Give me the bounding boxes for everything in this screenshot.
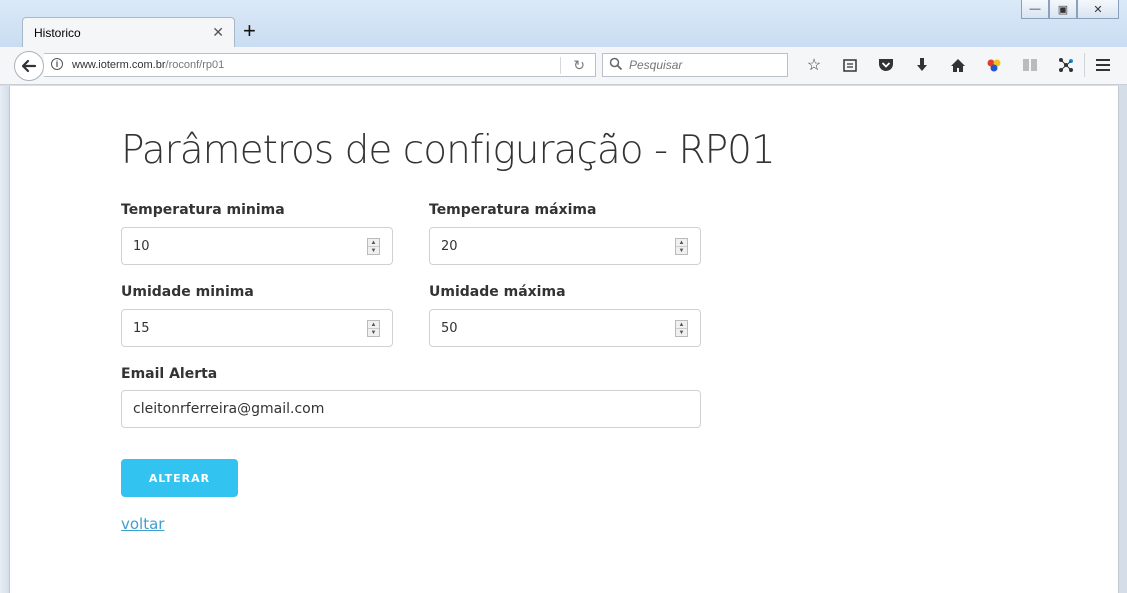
- temp-min-input[interactable]: 10 ▲ ▼: [121, 227, 393, 265]
- temp-max-value: 20: [441, 239, 458, 254]
- search-bar[interactable]: [602, 53, 788, 77]
- alterar-button[interactable]: ALTERAR: [121, 459, 238, 497]
- minimize-button[interactable]: —: [1021, 0, 1049, 19]
- reading-list-icon[interactable]: [832, 53, 868, 77]
- hum-min-spinner[interactable]: ▲ ▼: [367, 320, 380, 337]
- reload-icon[interactable]: ↻: [573, 57, 585, 74]
- voltar-link[interactable]: voltar: [121, 515, 164, 533]
- desktop-edge: [0, 86, 9, 593]
- spin-down-icon[interactable]: ▼: [676, 329, 687, 336]
- reader-view-icon[interactable]: [1012, 53, 1048, 77]
- email-label: Email Alerta: [121, 366, 218, 382]
- hum-min-input[interactable]: 15 ▲ ▼: [121, 309, 393, 347]
- toolbar: ☆: [796, 53, 1121, 77]
- maximize-button[interactable]: ▣: [1049, 0, 1077, 19]
- spin-up-icon[interactable]: ▲: [676, 239, 687, 247]
- url-host: www.ioterm.com.br: [72, 59, 166, 71]
- hum-max-value: 50: [441, 321, 458, 336]
- temp-max-input[interactable]: 20 ▲ ▼: [429, 227, 701, 265]
- page-title: Parâmetros de configuração - RP01: [121, 128, 776, 173]
- close-window-button[interactable]: ✕: [1077, 0, 1119, 19]
- home-icon[interactable]: [940, 53, 976, 77]
- extension-network-icon[interactable]: [1048, 53, 1084, 77]
- hum-max-label: Umidade máxima: [429, 284, 566, 300]
- spin-down-icon[interactable]: ▼: [676, 247, 687, 254]
- download-icon[interactable]: [904, 53, 940, 77]
- back-button[interactable]: [14, 51, 44, 81]
- temp-min-label: Temperatura minima: [121, 202, 285, 218]
- hum-max-spinner[interactable]: ▲ ▼: [675, 320, 688, 337]
- url-separator: [560, 57, 561, 74]
- search-input[interactable]: [627, 57, 786, 73]
- title-bar: — ▣ ✕ Historico ✕ +: [0, 0, 1127, 48]
- new-tab-icon[interactable]: +: [243, 18, 256, 44]
- menu-hamburger-icon[interactable]: [1084, 53, 1121, 77]
- window-edge: [1119, 86, 1127, 593]
- temp-min-spinner[interactable]: ▲ ▼: [367, 238, 380, 255]
- hum-max-input[interactable]: 50 ▲ ▼: [429, 309, 701, 347]
- temp-min-value: 10: [133, 239, 150, 254]
- extension-colors-icon[interactable]: [976, 53, 1012, 77]
- arrow-left-icon: [21, 59, 37, 73]
- bookmark-star-icon[interactable]: ☆: [796, 53, 832, 77]
- url-text: www.ioterm.com.br/roconf/rp01: [72, 59, 224, 71]
- spin-down-icon[interactable]: ▼: [368, 329, 379, 336]
- temp-max-spinner[interactable]: ▲ ▼: [675, 238, 688, 255]
- url-bar[interactable]: i www.ioterm.com.br/roconf/rp01 ↻: [44, 53, 596, 77]
- spin-up-icon[interactable]: ▲: [368, 239, 379, 247]
- spin-down-icon[interactable]: ▼: [368, 247, 379, 254]
- tab-historico[interactable]: Historico ✕: [22, 17, 235, 48]
- info-icon[interactable]: i: [51, 58, 63, 70]
- close-tab-icon[interactable]: ✕: [212, 24, 224, 41]
- email-field[interactable]: cleitonrferreira@gmail.com: [121, 390, 701, 428]
- hum-min-value: 15: [133, 321, 150, 336]
- window-controls: — ▣ ✕: [1021, 0, 1119, 19]
- page-content: Parâmetros de configuração - RP01 Temper…: [9, 86, 1119, 593]
- hum-min-label: Umidade minima: [121, 284, 254, 300]
- search-icon: [609, 57, 623, 71]
- email-value: cleitonrferreira@gmail.com: [133, 401, 325, 417]
- tab-title: Historico: [34, 26, 81, 40]
- pocket-icon[interactable]: [868, 53, 904, 77]
- spin-up-icon[interactable]: ▲: [368, 321, 379, 329]
- temp-max-label: Temperatura máxima: [429, 202, 597, 218]
- url-path: /roconf/rp01: [165, 59, 225, 71]
- spin-up-icon[interactable]: ▲: [676, 321, 687, 329]
